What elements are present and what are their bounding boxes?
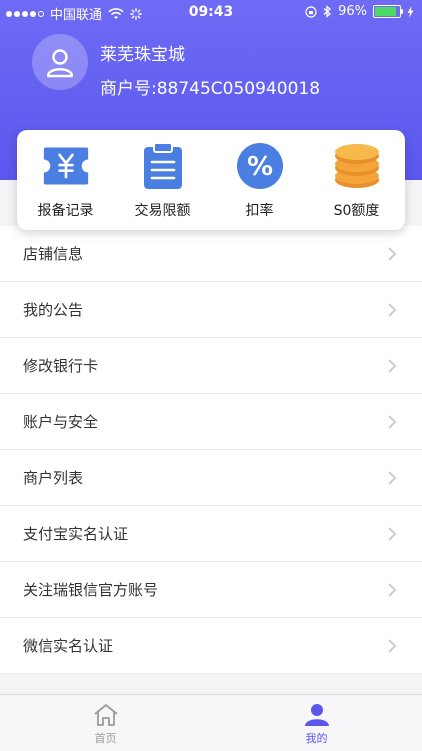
- quick-action-filing-records[interactable]: 报备记录: [17, 130, 114, 230]
- yen-ticket-icon: [43, 147, 88, 185]
- menu-item-wechat-verification[interactable]: 微信实名认证: [0, 618, 422, 674]
- tab-bar: 首页 我的: [0, 694, 422, 751]
- bluetooth-icon: [323, 5, 332, 18]
- percent-icon: %: [236, 143, 283, 189]
- chevron-right-icon: [388, 358, 397, 373]
- quick-action-rate[interactable]: % 扣率: [211, 130, 308, 230]
- menu-item-label: 关注瑞银信官方账号: [23, 581, 159, 599]
- status-bar: 中国联通 09:43 96%: [0, 0, 422, 24]
- settings-list: 店铺信息 我的公告 修改银行卡 账户与安全 商户列表 支付宝实名认证 关注瑞银信…: [0, 226, 422, 674]
- user-icon: [304, 704, 329, 726]
- quick-action-label: 交易限额: [134, 203, 191, 219]
- avatar[interactable]: [32, 34, 88, 90]
- menu-item-label: 店铺信息: [23, 245, 84, 263]
- charging-icon: [407, 5, 414, 18]
- chevron-right-icon: [388, 638, 397, 653]
- menu-item-label: 修改银行卡: [23, 357, 99, 375]
- orientation-lock-icon: [305, 5, 317, 18]
- svg-text:%: %: [246, 152, 272, 182]
- tab-mine[interactable]: 我的: [211, 695, 422, 751]
- chevron-right-icon: [388, 526, 397, 541]
- menu-item-label: 支付宝实名认证: [23, 525, 129, 543]
- battery-percent: 96%: [338, 4, 367, 19]
- quick-actions-card: 报备记录 交易限额 % 扣率 S0额度: [17, 130, 405, 230]
- menu-item-label: 微信实名认证: [23, 637, 114, 655]
- menu-item-announcements[interactable]: 我的公告: [0, 282, 422, 338]
- menu-item-label: 商户列表: [23, 469, 84, 487]
- tab-label: 首页: [94, 732, 117, 745]
- quick-action-label: S0额度: [333, 203, 380, 219]
- clipboard-icon: [143, 142, 182, 189]
- merchant-name: 莱芜珠宝城: [100, 45, 185, 65]
- tab-label: 我的: [305, 732, 328, 745]
- menu-item-alipay-verification[interactable]: 支付宝实名认证: [0, 506, 422, 562]
- chevron-right-icon: [388, 246, 397, 261]
- tab-home[interactable]: 首页: [0, 695, 211, 751]
- quick-action-label: 报备记录: [37, 203, 94, 219]
- chevron-right-icon: [388, 414, 397, 429]
- chevron-right-icon: [388, 302, 397, 317]
- menu-item-account-security[interactable]: 账户与安全: [0, 394, 422, 450]
- menu-item-label: 我的公告: [23, 301, 84, 319]
- home-icon: [93, 704, 118, 726]
- quick-action-s0-quota[interactable]: S0额度: [308, 130, 405, 230]
- chevron-right-icon: [388, 582, 397, 597]
- user-outline-icon: [46, 49, 74, 78]
- quick-action-transaction-limit[interactable]: 交易限额: [114, 130, 211, 230]
- menu-item-label: 账户与安全: [23, 413, 99, 431]
- quick-action-label: 扣率: [245, 203, 274, 219]
- battery-icon: [373, 5, 403, 18]
- menu-item-store-info[interactable]: 店铺信息: [0, 226, 422, 282]
- merchant-number: 商户号:88745C050940018: [100, 79, 321, 99]
- menu-item-follow-official-account[interactable]: 关注瑞银信官方账号: [0, 562, 422, 618]
- menu-item-change-bank-card[interactable]: 修改银行卡: [0, 338, 422, 394]
- menu-item-merchant-list[interactable]: 商户列表: [0, 450, 422, 506]
- chevron-right-icon: [388, 470, 397, 485]
- coin-stack-icon: [334, 144, 379, 188]
